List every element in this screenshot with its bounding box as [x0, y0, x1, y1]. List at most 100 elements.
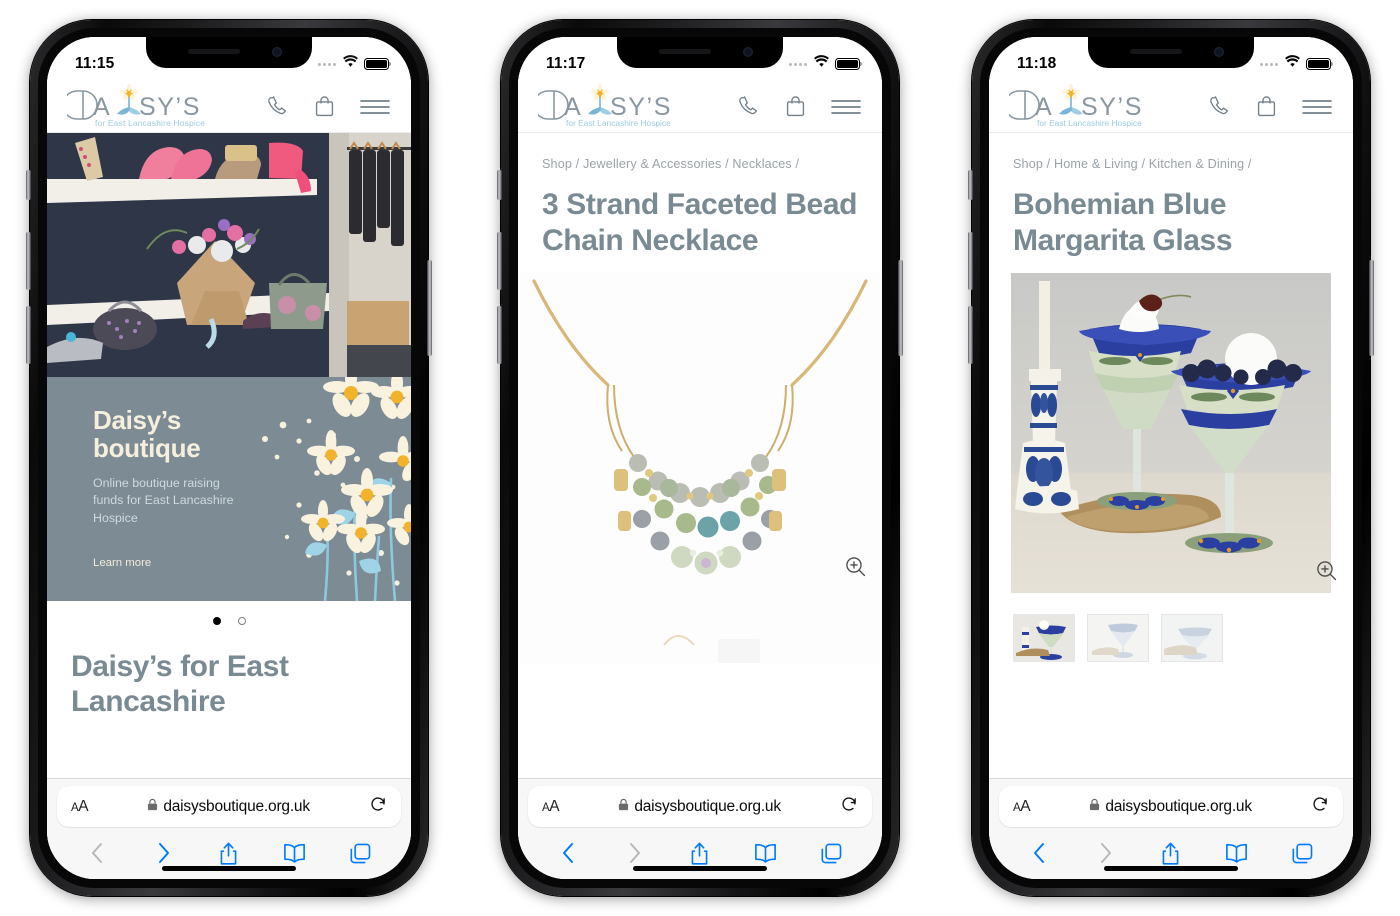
promo-banner[interactable]: Daisy’s boutique Online boutique raising… — [47, 377, 411, 601]
device-screen: A SY’S — [518, 37, 882, 879]
thumbnail-1[interactable] — [1013, 614, 1075, 662]
signal-dots-icon — [318, 62, 336, 66]
carousel-dots[interactable] — [47, 601, 411, 633]
status-time: 11:17 — [546, 55, 586, 72]
daisy-flower-mark — [117, 83, 141, 115]
front-camera — [1214, 47, 1224, 57]
text-size-button[interactable]: AA — [542, 798, 560, 816]
volume-up-button[interactable] — [26, 232, 31, 290]
product-title: Bohemian Blue Margarita Glass — [1013, 188, 1233, 257]
volume-down-button[interactable] — [26, 306, 31, 364]
phone-icon[interactable] — [736, 94, 761, 119]
logo-tagline-text: for East Lancashire Hospice — [1037, 118, 1142, 128]
volume-up-button[interactable] — [968, 232, 973, 290]
daisys-logo[interactable]: A SY’S for East Lancashire Hospice — [538, 83, 688, 131]
signal-dots-icon — [1260, 62, 1278, 66]
product-image-necklace[interactable] — [518, 273, 882, 668]
safari-url-bar[interactable]: AA daisysboutique.org.uk — [999, 786, 1343, 827]
volume-down-button[interactable] — [497, 306, 502, 364]
shopping-bag-icon[interactable] — [783, 94, 808, 119]
device-screen: A SY’S — [47, 37, 411, 879]
battery-icon — [1306, 58, 1334, 70]
back-icon[interactable] — [77, 833, 119, 873]
product-thumbnail-strip — [989, 598, 1353, 662]
safari-url-bar[interactable]: AA daisysboutique.org.uk — [528, 786, 872, 827]
device-notch — [146, 37, 312, 68]
logo-tagline-text: for East Lancashire Hospice — [566, 118, 671, 128]
tabs-icon[interactable] — [339, 833, 381, 873]
reload-icon[interactable] — [369, 795, 387, 818]
svg-text:SY’S: SY’S — [1081, 93, 1143, 121]
url-text[interactable]: daisysboutique.org.uk — [634, 798, 781, 816]
wifi-icon — [813, 55, 830, 73]
zoom-in-icon[interactable] — [845, 556, 866, 582]
header-icon-group — [1207, 94, 1333, 119]
svg-text:SY’S: SY’S — [610, 93, 672, 121]
safari-bottom-chrome: AA daisysboutique.org.uk — [989, 778, 1353, 879]
status-time: 11:15 — [75, 55, 115, 72]
wifi-icon — [342, 55, 359, 73]
tabs-icon[interactable] — [1281, 833, 1323, 873]
url-text[interactable]: daisysboutique.org.uk — [163, 798, 310, 816]
front-camera — [272, 47, 282, 57]
page-headline: Daisy’s for East Lancashire — [71, 650, 289, 719]
hamburger-menu-icon[interactable] — [830, 95, 862, 119]
wifi-icon — [1284, 55, 1301, 73]
battery-icon — [364, 58, 392, 70]
carousel-dot-2[interactable] — [237, 617, 246, 625]
reload-icon[interactable] — [1311, 795, 1329, 818]
device-notch — [1088, 37, 1254, 68]
carousel-dot-active[interactable] — [212, 617, 221, 625]
text-size-button[interactable]: AA — [1013, 798, 1031, 816]
daisy-flower-mark — [588, 83, 612, 115]
breadcrumb[interactable]: Shop / Jewellery & Accessories / Necklac… — [518, 133, 882, 171]
home-indicator — [633, 866, 767, 871]
header-icon-group — [736, 94, 862, 119]
silent-switch[interactable] — [968, 170, 973, 200]
promo-body: Online boutique raising funds for East L… — [93, 475, 234, 525]
lock-icon — [1089, 798, 1100, 816]
daisy-illustration — [247, 377, 411, 601]
safari-bottom-chrome: AA daisysboutique.org.uk — [47, 778, 411, 879]
phone-icon[interactable] — [265, 94, 290, 119]
header-icon-group — [265, 94, 391, 119]
logo-tagline-text: for East Lancashire Hospice — [95, 118, 205, 128]
silent-switch[interactable] — [26, 170, 31, 200]
power-button[interactable] — [427, 260, 432, 356]
shopping-bag-icon[interactable] — [312, 94, 337, 119]
iphone-device-necklace: A SY’S for East Lancashire Hospice Shop … — [485, 20, 915, 896]
thumbnail-3[interactable] — [1161, 614, 1223, 662]
product-image-margarita[interactable] — [989, 273, 1353, 598]
safari-toolbar — [989, 827, 1353, 879]
safari-url-bar[interactable]: AA daisysboutique.org.uk — [57, 786, 401, 827]
tabs-icon[interactable] — [810, 833, 852, 873]
silent-switch[interactable] — [497, 170, 502, 200]
front-camera — [743, 47, 753, 57]
power-button[interactable] — [1369, 260, 1374, 356]
safari-toolbar — [518, 827, 882, 879]
safari-toolbar — [47, 827, 411, 879]
url-text[interactable]: daisysboutique.org.uk — [1105, 798, 1252, 816]
back-icon[interactable] — [548, 833, 590, 873]
volume-down-button[interactable] — [968, 306, 973, 364]
shopping-bag-icon[interactable] — [1254, 94, 1279, 119]
daisys-logo[interactable]: A SY’S for East Lancashire Hospice — [67, 83, 217, 131]
power-button[interactable] — [898, 260, 903, 356]
lock-icon — [618, 798, 629, 816]
text-size-button[interactable]: AA — [71, 798, 89, 816]
three-iphone-screenshot-composite: A SY’S for East Lancashire Hospice Daisy… — [0, 0, 1400, 916]
daisys-logo[interactable]: A SY’S for East Lancashire Hospice — [1009, 83, 1159, 131]
home-indicator — [1104, 866, 1238, 871]
svg-text:SY’S: SY’S — [139, 93, 201, 121]
breadcrumb[interactable]: Shop / Home & Living / Kitchen & Dining … — [989, 133, 1353, 171]
back-icon[interactable] — [1019, 833, 1061, 873]
reload-icon[interactable] — [840, 795, 858, 818]
zoom-in-icon[interactable] — [1316, 560, 1337, 586]
volume-up-button[interactable] — [497, 232, 502, 290]
hamburger-menu-icon[interactable] — [359, 95, 391, 119]
phone-icon[interactable] — [1207, 94, 1232, 119]
svg-text:A: A — [564, 93, 583, 121]
thumbnail-2[interactable] — [1087, 614, 1149, 662]
earpiece-speaker — [188, 49, 240, 54]
hamburger-menu-icon[interactable] — [1301, 95, 1333, 119]
